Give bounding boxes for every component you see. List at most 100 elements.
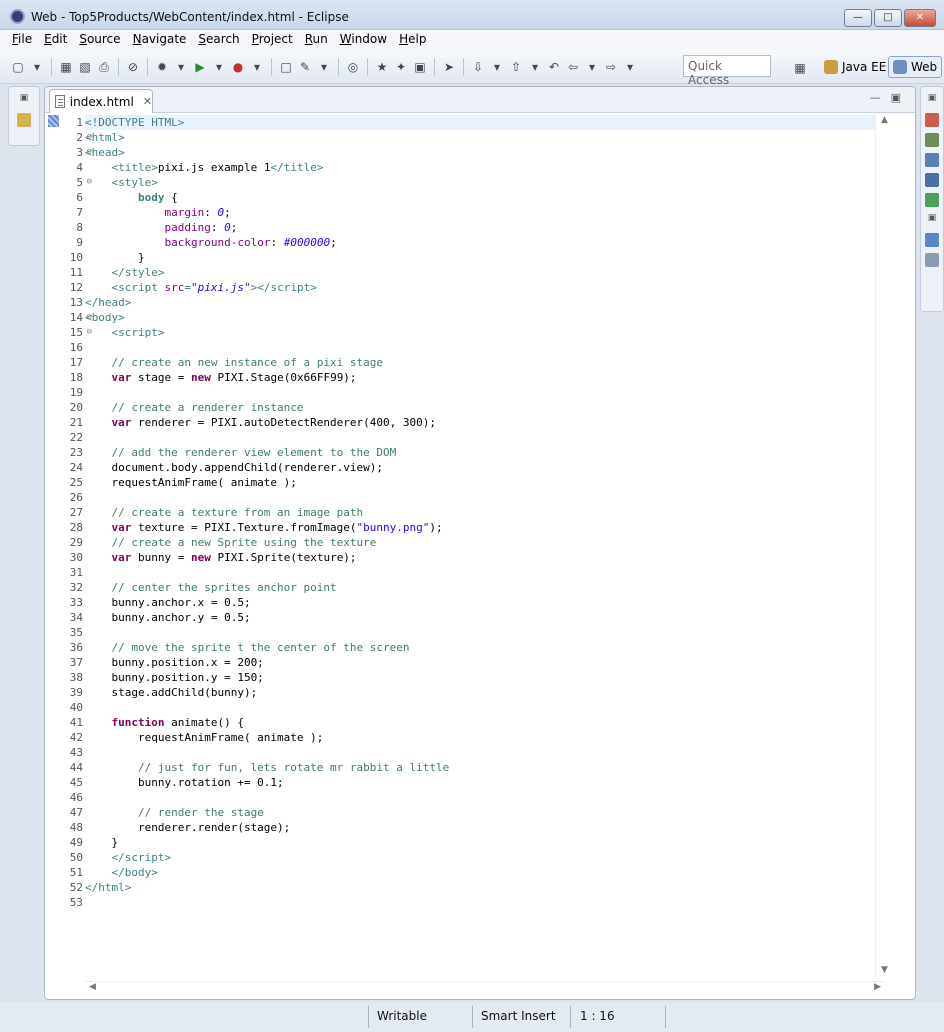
code-line[interactable]: background-color: #000000; <box>85 235 885 250</box>
print-icon[interactable]: ⎙ <box>96 59 112 75</box>
code-line[interactable]: // create a texture from an image path <box>85 505 885 520</box>
code-line[interactable]: stage.addChild(bunny); <box>85 685 885 700</box>
minimize-button[interactable]: — <box>844 9 872 27</box>
menu-navigate[interactable]: Navigate <box>127 30 193 50</box>
code-line[interactable]: // create an new instance of a pixi stag… <box>85 355 885 370</box>
snippets-icon[interactable] <box>925 193 939 207</box>
dropdown-arrow-icon[interactable]: ▾ <box>489 59 505 75</box>
code-line[interactable]: renderer.render(stage); <box>85 820 885 835</box>
code-line[interactable]: var texture = PIXI.Texture.fromImage("bu… <box>85 520 885 535</box>
quick-access-input[interactable]: Quick Access <box>683 55 771 87</box>
scroll-left-icon[interactable]: ◀ <box>89 982 96 992</box>
code-line[interactable]: ​ <box>85 895 885 910</box>
code-line[interactable]: // render the stage <box>85 805 885 820</box>
minimize-icon[interactable]: — <box>870 91 881 104</box>
code-line[interactable]: <script> <box>85 325 885 340</box>
dropdown-arrow-icon[interactable]: ▾ <box>211 59 227 75</box>
open-perspective-icon[interactable]: ▦ <box>792 60 808 76</box>
annotation-icon[interactable]: ➤ <box>441 59 457 75</box>
code-line[interactable]: function animate() { <box>85 715 885 730</box>
code-line[interactable]: var bunny = new PIXI.Sprite(texture); <box>85 550 885 565</box>
save-all-icon[interactable]: ▧ <box>77 59 93 75</box>
code-line[interactable]: ​ <box>85 700 885 715</box>
code-line[interactable]: requestAnimFrame( animate ); <box>85 730 885 745</box>
new-web-icon[interactable]: ★ <box>374 59 390 75</box>
code-line[interactable]: </style> <box>85 265 885 280</box>
code-line[interactable]: ​ <box>85 490 885 505</box>
servers-icon[interactable] <box>925 153 939 167</box>
code-line[interactable]: <style> <box>85 175 885 190</box>
console-icon[interactable] <box>925 173 939 187</box>
code-line[interactable]: margin: 0; <box>85 205 885 220</box>
code-line[interactable]: // just for fun, lets rotate mr rabbit a… <box>85 760 885 775</box>
scroll-up-icon[interactable]: ▲ <box>876 115 893 125</box>
code-line[interactable]: // create a new Sprite using the texture <box>85 535 885 550</box>
tools-icon[interactable]: ✎ <box>297 59 313 75</box>
code-line[interactable]: ​ <box>85 430 885 445</box>
close-icon[interactable]: ✕ <box>143 95 152 108</box>
menu-help[interactable]: Help <box>393 30 432 50</box>
code-line[interactable]: ​ <box>85 745 885 760</box>
menu-project[interactable]: Project <box>246 30 299 50</box>
code-line[interactable]: // add the renderer view element to the … <box>85 445 885 460</box>
code-line[interactable]: ​ <box>85 625 885 640</box>
code-line[interactable]: <script src="pixi.js"></script> <box>85 280 885 295</box>
scroll-down-icon[interactable]: ▼ <box>876 965 893 975</box>
perspective-java-ee[interactable]: Java EE <box>820 56 890 78</box>
code-line[interactable]: ​ <box>85 340 885 355</box>
code-line[interactable]: bunny.anchor.y = 0.5; <box>85 610 885 625</box>
code-line[interactable]: // move the sprite t the center of the s… <box>85 640 885 655</box>
dropdown-arrow-icon[interactable]: ▾ <box>29 59 45 75</box>
code-line[interactable]: <html> <box>85 130 885 145</box>
code-line[interactable]: var stage = new PIXI.Stage(0x66FF99); <box>85 370 885 385</box>
properties-icon[interactable] <box>925 133 939 147</box>
dropdown-arrow-icon[interactable]: ▾ <box>622 59 638 75</box>
menu-window[interactable]: Window <box>334 30 393 50</box>
new-icon[interactable]: ▢ <box>10 59 26 75</box>
globe-icon[interactable]: ◎ <box>345 59 361 75</box>
code-line[interactable]: padding: 0; <box>85 220 885 235</box>
code-line[interactable]: </script> <box>85 850 885 865</box>
dropdown-arrow-icon[interactable]: ▾ <box>584 59 600 75</box>
dropdown-arrow-icon[interactable]: ▾ <box>527 59 543 75</box>
code-line[interactable]: ​ <box>85 565 885 580</box>
open-folder-icon[interactable]: □ <box>278 59 294 75</box>
code-line[interactable]: body { <box>85 190 885 205</box>
code-line[interactable]: } <box>85 835 885 850</box>
code-line[interactable]: </html> <box>85 880 885 895</box>
code-line[interactable]: } <box>85 250 885 265</box>
code-line[interactable]: bunny.position.x = 200; <box>85 655 885 670</box>
tab-index-html[interactable]: index.html ✕ <box>49 89 153 113</box>
code-line[interactable]: <body> <box>85 310 885 325</box>
code-line[interactable]: // center the sprites anchor point <box>85 580 885 595</box>
close-button[interactable]: ✕ <box>904 9 936 27</box>
restore-icon[interactable]: ▣ <box>925 93 939 107</box>
forward-icon[interactable]: ⇨ <box>603 59 619 75</box>
project-explorer-icon[interactable] <box>17 113 31 127</box>
new-js-icon[interactable]: ▣ <box>412 59 428 75</box>
maximize-icon[interactable]: ▣ <box>891 91 901 104</box>
dropdown-arrow-icon[interactable]: ▾ <box>249 59 265 75</box>
dropdown-arrow-icon[interactable]: ▾ <box>173 59 189 75</box>
code-line[interactable]: // create a renderer instance <box>85 400 885 415</box>
restore-icon[interactable]: ▣ <box>925 213 939 227</box>
perspective-web[interactable]: Web <box>888 56 943 78</box>
menu-file[interactable]: File <box>6 30 38 50</box>
code-line[interactable]: ​ <box>85 790 885 805</box>
code-line[interactable]: document.body.appendChild(renderer.view)… <box>85 460 885 475</box>
code-line[interactable]: <title>pixi.js example 1</title> <box>85 160 885 175</box>
skip-breakpoints-icon[interactable]: ⊘ <box>125 59 141 75</box>
save-icon[interactable]: ▦ <box>58 59 74 75</box>
code-line[interactable]: bunny.rotation += 0.1; <box>85 775 885 790</box>
code-line[interactable]: </head> <box>85 295 885 310</box>
code-line[interactable]: bunny.anchor.x = 0.5; <box>85 595 885 610</box>
scroll-right-icon[interactable]: ▶ <box>874 982 881 992</box>
maximize-button[interactable]: □ <box>874 9 902 27</box>
back-icon[interactable]: ⇦ <box>565 59 581 75</box>
horizontal-scrollbar[interactable]: ◀ ▶ <box>85 981 885 995</box>
menu-run[interactable]: Run <box>299 30 334 50</box>
menu-edit[interactable]: Edit <box>38 30 73 50</box>
dropdown-arrow-icon[interactable]: ▾ <box>316 59 332 75</box>
code-editor[interactable]: <!DOCTYPE HTML> <html> <head> <title>pixi.… <box>85 115 885 910</box>
restore-icon[interactable]: ▣ <box>17 93 31 107</box>
